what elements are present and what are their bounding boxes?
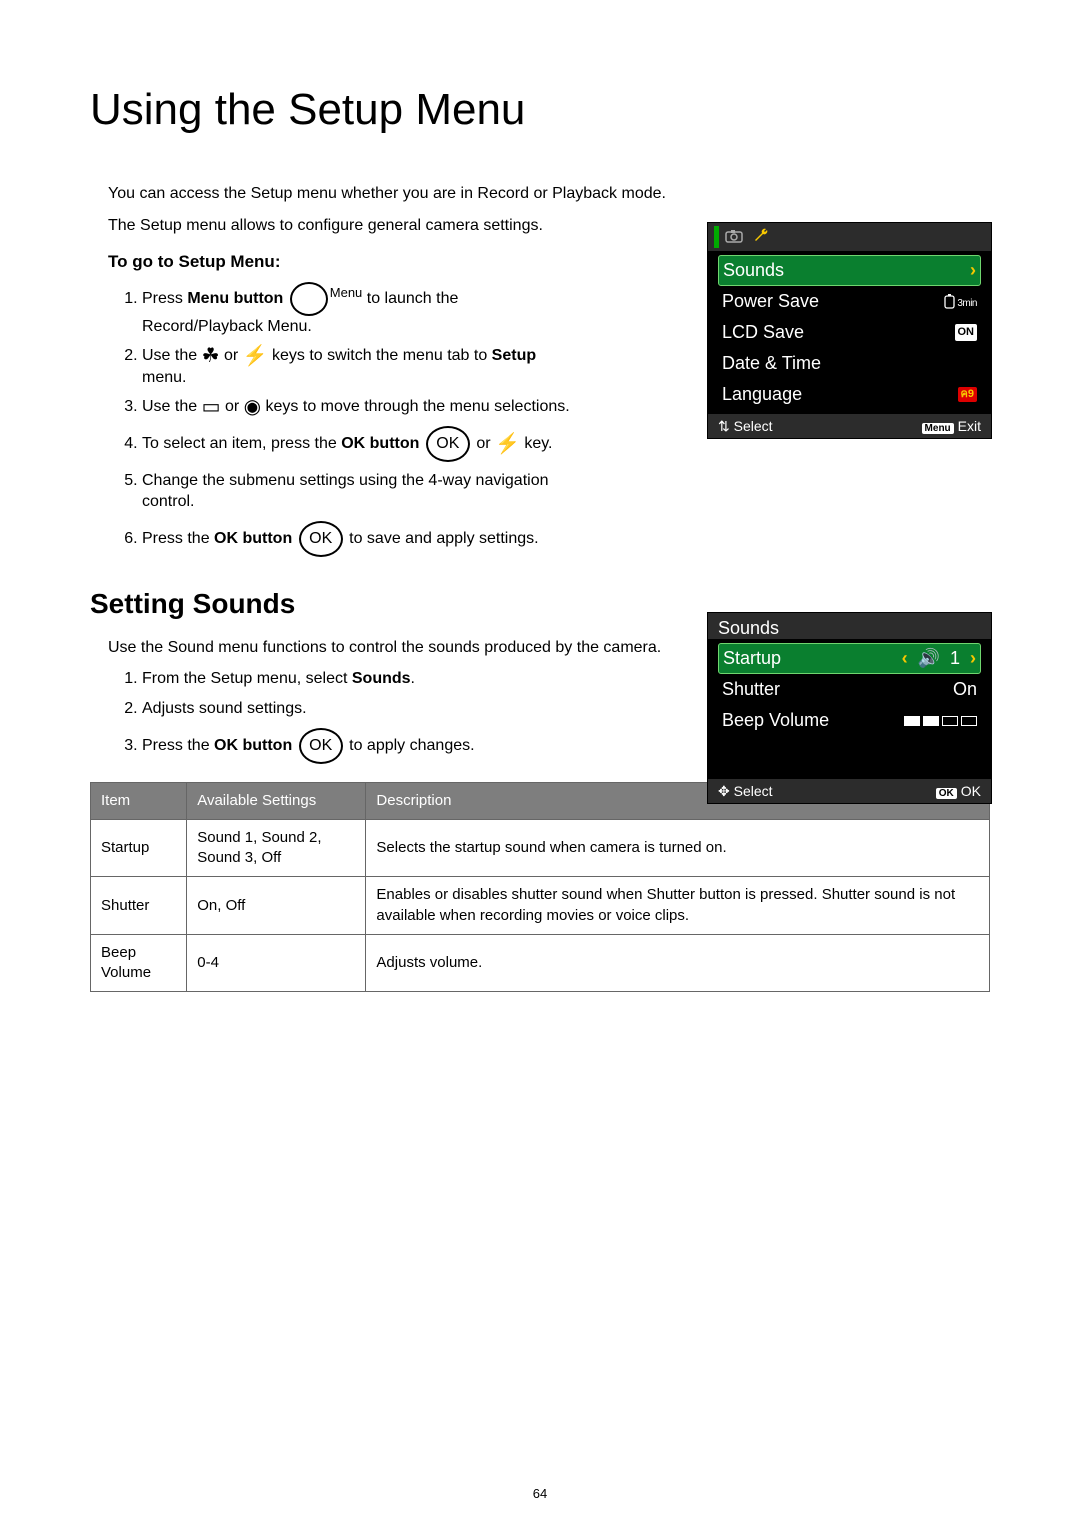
ok-button-icon: OK [426, 426, 470, 462]
flash-icon: ⚡ [495, 434, 520, 454]
table-row: Shutter On, Off Enables or disables shut… [91, 877, 990, 935]
camera-tab-icon [725, 225, 743, 249]
updown-icon: ⇅ [718, 418, 730, 434]
list-item: From the Setup menu, select Sounds. [142, 668, 550, 690]
cell-desc: Adjusts volume. [366, 934, 990, 992]
timer-icon: ◉ [244, 397, 261, 417]
list-item: Use the ☘ or ⚡ keys to switch the menu t… [142, 345, 580, 388]
footer-bar: ⇅ Select MenuExit [708, 414, 991, 438]
language-badge: ค9 [958, 387, 977, 402]
cell-desc: Selects the startup sound when camera is… [366, 819, 990, 877]
footer-select: ⇅ Select [718, 417, 773, 436]
menu-item-date-time: Date & Time [718, 348, 981, 379]
cell-settings: Sound 1, Sound 2, Sound 3, Off [187, 819, 366, 877]
list-item: Press Menu button Menu to launch the Rec… [142, 282, 580, 338]
list-item: Press the OK button OK to save and apply… [142, 521, 580, 557]
cell-settings: 0-4 [187, 934, 366, 992]
menu-label: Sounds [723, 258, 784, 282]
macro-icon: ☘ [202, 346, 220, 366]
menu-item-power-save: Power Save 3min [718, 286, 981, 317]
ok-button-icon: OK [299, 521, 343, 557]
speaker-icon: 🔊 [918, 646, 940, 670]
option-label: Startup [723, 646, 781, 670]
circle-icon [290, 282, 328, 316]
intro-paragraph: You can access the Setup menu whether yo… [108, 183, 990, 205]
list-item: To select an item, press the OK button O… [142, 426, 580, 462]
footer-ok: OKOK [936, 782, 981, 801]
list-item: Use the ▭ or ◉ keys to move through the … [142, 396, 580, 418]
wrench-tab-icon [753, 225, 771, 249]
options-list: Startup ‹ 🔊1 › Shutter On Beep Volume [708, 639, 991, 779]
table-row: Beep Volume 0-4 Adjusts volume. [91, 934, 990, 992]
ok-button-icon: OK [299, 728, 343, 764]
menu-item-sounds: Sounds › [718, 255, 981, 286]
option-label: Shutter [722, 677, 780, 701]
option-value: On [953, 677, 977, 701]
chevron-right-icon: › [970, 258, 976, 282]
chevron-left-icon: ‹ [902, 646, 908, 670]
menu-label: Date & Time [722, 351, 821, 375]
footer-bar: ✥ Select OKOK [708, 779, 991, 803]
sounds-settings-table: Item Available Settings Description Star… [90, 782, 990, 993]
menu-list: Sounds › Power Save 3min LCD Save ON Dat… [708, 251, 991, 414]
flash-icon: ⚡ [243, 346, 268, 366]
option-startup: Startup ‹ 🔊1 › [718, 643, 981, 674]
col-settings: Available Settings [187, 782, 366, 819]
sounds-menu-screenshot: Sounds Startup ‹ 🔊1 › Shutter On Beep Vo… [707, 612, 992, 804]
menu-item-lcd-save: LCD Save ON [718, 317, 981, 348]
list-item: Change the submenu settings using the 4-… [142, 470, 580, 513]
sounds-steps-list: From the Setup menu, select Sounds. Adju… [120, 668, 550, 763]
cell-desc: Enables or disables shutter sound when S… [366, 877, 990, 935]
footer-select: ✥ Select [718, 782, 773, 801]
on-badge: ON [955, 324, 978, 341]
table-row: Startup Sound 1, Sound 2, Sound 3, Off S… [91, 819, 990, 877]
chevron-right-icon: › [970, 646, 976, 670]
list-item: Press the OK button OK to apply changes. [142, 728, 550, 764]
menu-label: Language [722, 382, 802, 406]
menu-badge: Menu [922, 423, 954, 434]
menu-item-language: Language ค9 [718, 379, 981, 410]
ok-badge: OK [936, 788, 957, 799]
col-item: Item [91, 782, 187, 819]
power-save-badge: 3min [943, 293, 977, 311]
nav-icon: ✥ [718, 783, 730, 799]
option-beep-volume: Beep Volume [718, 705, 981, 736]
setup-steps-list: Press Menu button Menu to launch the Rec… [120, 282, 580, 558]
option-value: ‹ 🔊1 › [902, 646, 976, 670]
screen-title: Sounds [708, 613, 991, 639]
active-indicator [714, 226, 719, 248]
setup-menu-screenshot: Sounds › Power Save 3min LCD Save ON Dat… [707, 222, 992, 439]
menu-label: LCD Save [722, 320, 804, 344]
cell-item: Shutter [91, 877, 187, 935]
volume-bar [904, 716, 977, 726]
list-item: Adjusts sound settings. [142, 698, 550, 720]
cell-item: Startup [91, 819, 187, 877]
tab-bar [708, 223, 991, 251]
page-number: 64 [0, 1485, 1080, 1503]
display-icon: ▭ [202, 397, 221, 417]
cell-item: Beep Volume [91, 934, 187, 992]
footer-exit: MenuExit [922, 417, 981, 436]
cell-settings: On, Off [187, 877, 366, 935]
option-label: Beep Volume [722, 708, 829, 732]
page-title: Using the Setup Menu [90, 80, 990, 139]
option-shutter: Shutter On [718, 674, 981, 705]
menu-label: Power Save [722, 289, 819, 313]
